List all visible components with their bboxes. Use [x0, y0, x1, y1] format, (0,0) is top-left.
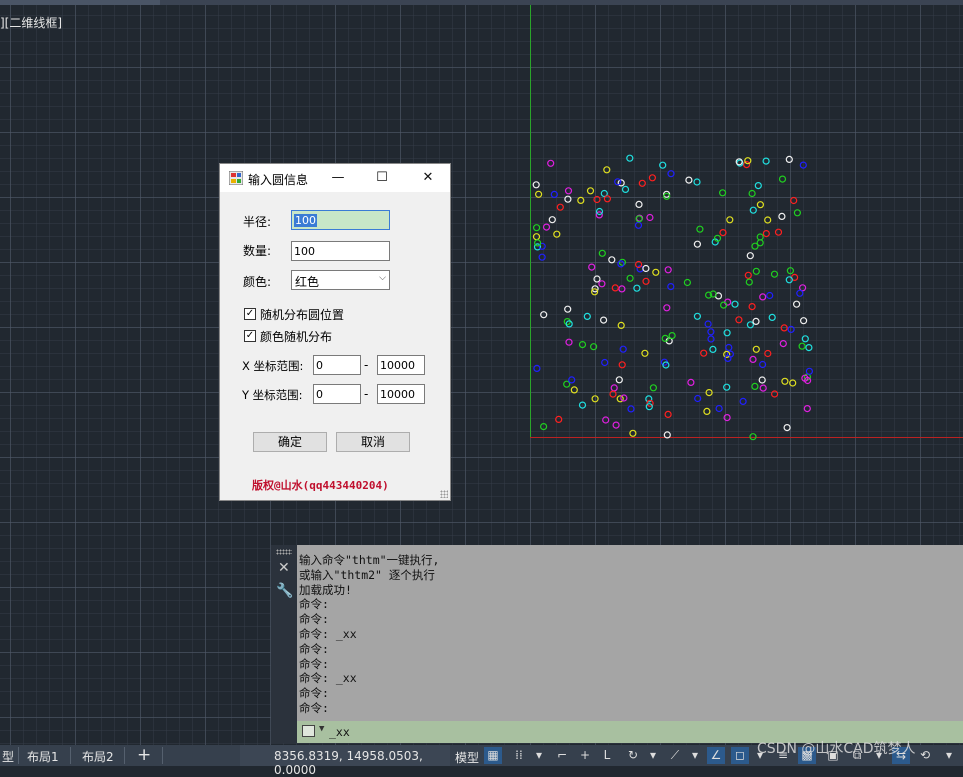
- infer-constraints-icon[interactable]: ⌐: [553, 747, 571, 764]
- command-history-line: 命令:: [299, 656, 329, 671]
- isodraft-icon[interactable]: ⟋: [666, 747, 684, 764]
- command-input-text[interactable]: _xx: [329, 725, 350, 739]
- command-history-line: 命令:: [299, 597, 329, 612]
- object-snap-icon[interactable]: ◻: [731, 747, 749, 764]
- color-label: 颜色:: [243, 275, 272, 289]
- color-select-value: 红色: [295, 275, 320, 289]
- polar-tracking-icon[interactable]: ↻: [624, 747, 642, 764]
- command-history-line: 输入命令"thtm"一键执行,: [299, 553, 440, 567]
- x-min-input[interactable]: 0: [313, 355, 361, 375]
- y-max-input[interactable]: 10000: [377, 384, 425, 404]
- layout-tab-2[interactable]: 布局2: [82, 748, 114, 765]
- checkmark-icon: ✓: [245, 308, 255, 319]
- color-select[interactable]: 红色 ⌵: [291, 270, 390, 290]
- close-icon[interactable]: ✕: [278, 560, 290, 576]
- model-tab-edge[interactable]: 型: [2, 748, 14, 765]
- wrench-icon[interactable]: 🔧: [276, 583, 293, 599]
- command-history-line: 命令: _xx: [299, 671, 357, 686]
- dynamic-input-icon[interactable]: +: [576, 747, 594, 764]
- watermark-text: CSDN @山水CAD筑梦人: [757, 741, 916, 757]
- y-min-input[interactable]: 0: [313, 384, 361, 404]
- model-space-button[interactable]: 模型: [455, 749, 479, 766]
- resize-grip-icon[interactable]: [440, 490, 448, 498]
- coordinate-readout: 8356.8319, 14958.0503, 0.0000: [274, 749, 423, 777]
- dropdown-arrow-icon[interactable]: ▼: [319, 724, 324, 734]
- y-axis-line: [530, 5, 531, 437]
- snap-icon[interactable]: ⁞⁞: [510, 747, 528, 764]
- cancel-button[interactable]: 取消: [336, 432, 410, 452]
- command-history-line: 命令: _xx: [299, 626, 357, 641]
- dialog-title: 输入圆信息: [248, 173, 309, 187]
- polar-dropdown-icon[interactable]: ▾: [644, 747, 662, 764]
- checkmark-icon: ✓: [245, 330, 255, 341]
- random-color-checkbox[interactable]: ✓: [244, 330, 256, 342]
- minimize-button[interactable]: —: [324, 166, 352, 190]
- command-history[interactable]: 输入命令"thtm"一键执行, 或输入"thtm2" 逐个执行 加载成功! 命令: 命令…: [297, 545, 963, 721]
- count-label: 数量:: [243, 244, 272, 258]
- command-history-line: 命令:: [299, 700, 329, 715]
- count-input[interactable]: 100: [291, 241, 390, 261]
- random-position-label[interactable]: 随机分布圆位置: [260, 306, 344, 323]
- x-axis-line: [530, 437, 963, 438]
- object-snap-tracking-icon[interactable]: ∠: [707, 747, 725, 764]
- close-button[interactable]: ✕: [414, 166, 442, 190]
- layout-tab-1[interactable]: 布局1: [27, 748, 59, 765]
- coordinate-display[interactable]: 8356.8319, 14958.0503, 0.0000: [240, 745, 450, 777]
- random-color-label[interactable]: 颜色随机分布: [260, 328, 332, 345]
- dialog-titlebar[interactable]: 输入圆信息 — ☐ ✕: [220, 164, 450, 192]
- command-history-line: 命令:: [299, 612, 329, 627]
- radius-input[interactable]: 100: [291, 210, 390, 230]
- ok-button[interactable]: 确定: [253, 432, 327, 452]
- add-layout-button[interactable]: +: [137, 745, 151, 765]
- command-history-line: 加载成功!: [299, 582, 352, 597]
- command-window-sidebar: ✕ 🔧: [271, 545, 297, 743]
- y-range-dash: -: [364, 387, 369, 401]
- command-prompt-icon[interactable]: [302, 725, 315, 737]
- command-history-line: 命令:: [299, 686, 329, 701]
- circle-info-dialog: 输入圆信息 — ☐ ✕ 半径: 100 数量: 100 颜色: 红色 ⌵ ✓ 随…: [219, 163, 451, 501]
- ortho-icon[interactable]: L: [598, 747, 616, 764]
- radius-label: 半径:: [243, 215, 272, 229]
- maximize-button[interactable]: ☐: [368, 166, 396, 190]
- command-history-line: 命令:: [299, 641, 329, 656]
- x-range-dash: -: [364, 358, 369, 372]
- command-history-line: 或输入"thtm2" 逐个执行: [299, 567, 435, 582]
- x-max-input[interactable]: 10000: [377, 355, 425, 375]
- grid-icon[interactable]: ▦: [484, 747, 502, 764]
- radius-value: 100: [294, 214, 317, 227]
- form-icon: [229, 171, 243, 185]
- random-position-checkbox[interactable]: ✓: [244, 308, 256, 320]
- isodraft-dropdown-icon[interactable]: ▾: [686, 747, 704, 764]
- customization-icon[interactable]: ▾: [940, 747, 958, 764]
- view-style-label[interactable]: ][二维线框]: [0, 14, 62, 31]
- annotation-icon[interactable]: ⟲: [916, 747, 934, 764]
- chevron-down-icon: ⌵: [379, 273, 386, 283]
- y-range-label: Y 坐标范围:: [242, 388, 303, 402]
- snap-dropdown-icon[interactable]: ▾: [530, 747, 548, 764]
- file-tab-bar: [0, 0, 963, 5]
- x-range-label: X 坐标范围:: [242, 359, 304, 373]
- copyright-text: 版权@山水(qq443440204): [252, 479, 389, 492]
- active-file-tab[interactable]: [0, 0, 160, 5]
- drag-handle-icon[interactable]: [276, 549, 292, 555]
